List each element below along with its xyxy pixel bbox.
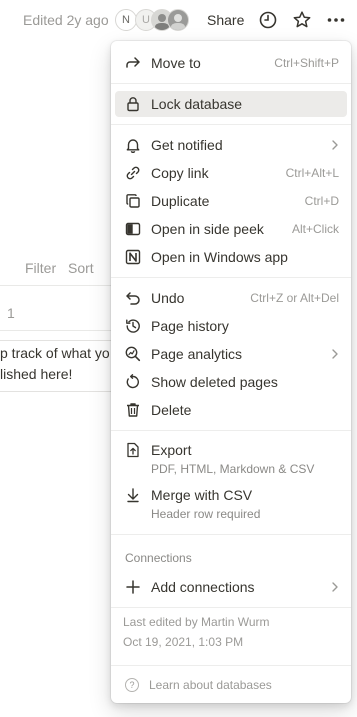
shortcut-hint: Ctrl+Alt+L xyxy=(285,166,339,180)
menu-item-lock-database[interactable]: Lock database xyxy=(115,91,347,117)
bell-icon xyxy=(124,136,142,154)
arrow-right-icon xyxy=(124,54,142,72)
last-edited-date: Oct 19, 2021, 1:03 PM xyxy=(123,635,244,649)
divider xyxy=(111,534,351,535)
history-icon xyxy=(124,317,142,335)
connections-heading: Connections xyxy=(125,551,192,565)
menu-item-export[interactable]: Export PDF, HTML, Markdown & CSV xyxy=(115,437,347,479)
menu-item-delete[interactable]: Delete xyxy=(115,397,347,423)
divider xyxy=(111,124,351,125)
menu-item-page-history[interactable]: Page history xyxy=(115,313,347,339)
menu-item-duplicate[interactable]: Duplicate Ctrl+D xyxy=(115,188,347,214)
last-edited-by: Last edited by Martin Wurm xyxy=(123,615,270,629)
avatar-photo[interactable] xyxy=(167,9,189,31)
menu-item-get-notified[interactable]: Get notified xyxy=(115,132,347,158)
star-icon[interactable] xyxy=(292,10,312,30)
menu-item-add-connections[interactable]: Add connections xyxy=(115,574,347,600)
shortcut-hint: Ctrl+Shift+P xyxy=(274,56,339,70)
menu-item-label: Undo xyxy=(151,290,185,306)
menu-item-move-to[interactable]: Move to Ctrl+Shift+P xyxy=(115,50,347,76)
chevron-right-icon xyxy=(329,138,341,152)
top-bar: Edited 2y ago N U Share xyxy=(0,0,357,40)
share-button[interactable]: Share xyxy=(207,12,244,28)
divider xyxy=(111,665,351,666)
menu-item-label: Page analytics xyxy=(151,346,243,362)
shortcut-hint: Ctrl+Z or Alt+Del xyxy=(250,291,339,305)
menu-item-description: Header row required xyxy=(151,507,261,521)
menu-item-page-analytics[interactable]: Page analytics xyxy=(115,341,347,367)
callout-text: lished here! xyxy=(0,366,73,382)
link-icon xyxy=(124,164,142,182)
menu-item-label: Lock database xyxy=(151,96,243,112)
shortcut-hint: Ctrl+D xyxy=(304,194,339,208)
arrow-down-icon xyxy=(124,486,142,504)
menu-item-label: Add connections xyxy=(151,579,255,595)
restore-icon xyxy=(124,373,142,391)
menu-item-label: Duplicate xyxy=(151,193,210,209)
menu-item-copy-link[interactable]: Copy link Ctrl+Alt+L xyxy=(115,160,347,186)
plus-icon xyxy=(124,578,142,596)
menu-item-label: Copy link xyxy=(151,165,209,181)
edited-timestamp: Edited 2y ago xyxy=(23,12,109,28)
menu-item-merge-csv[interactable]: Merge with CSV Header row required xyxy=(115,482,347,524)
chevron-right-icon xyxy=(329,347,341,361)
menu-item-label: Merge with CSV xyxy=(151,487,253,503)
divider xyxy=(111,607,351,608)
menu-item-label: Open in side peek xyxy=(151,221,264,237)
analytics-icon xyxy=(124,345,142,363)
menu-item-show-deleted-pages[interactable]: Show deleted pages xyxy=(115,369,347,395)
menu-item-label: Page history xyxy=(151,318,229,334)
clock-icon[interactable] xyxy=(258,10,278,30)
page-options-menu: Move to Ctrl+Shift+P Lock database Get n… xyxy=(111,41,351,703)
help-icon: ? xyxy=(125,678,139,692)
undo-icon xyxy=(124,289,142,307)
notion-app-icon xyxy=(124,248,142,266)
export-icon xyxy=(124,441,142,459)
menu-item-description: PDF, HTML, Markdown & CSV xyxy=(151,462,315,476)
trash-icon xyxy=(124,401,142,419)
sort-button[interactable]: Sort xyxy=(68,260,94,276)
avatar[interactable]: N xyxy=(115,9,137,31)
more-icon[interactable] xyxy=(326,10,346,30)
shortcut-hint: Alt+Click xyxy=(291,222,339,236)
menu-item-label: Get notified xyxy=(151,137,223,153)
learn-link-label: Learn about databases xyxy=(149,678,272,692)
side-peek-icon xyxy=(124,220,142,238)
row-number: 1 xyxy=(7,305,15,321)
menu-item-open-windows-app[interactable]: Open in Windows app xyxy=(115,244,347,270)
menu-item-undo[interactable]: Undo Ctrl+Z or Alt+Del xyxy=(115,285,347,311)
lock-icon xyxy=(124,95,142,113)
menu-item-label: Move to xyxy=(151,55,201,71)
divider xyxy=(111,430,351,431)
callout-text: p track of what yo xyxy=(0,345,110,361)
divider xyxy=(111,277,351,278)
chevron-right-icon xyxy=(329,580,341,594)
duplicate-icon xyxy=(124,192,142,210)
menu-item-label: Open in Windows app xyxy=(151,249,288,265)
divider xyxy=(111,83,351,84)
menu-item-label: Export xyxy=(151,442,192,458)
filter-button[interactable]: Filter xyxy=(25,260,56,276)
menu-item-label: Show deleted pages xyxy=(151,374,278,390)
menu-item-open-side-peek[interactable]: Open in side peek Alt+Click xyxy=(115,216,347,242)
divider xyxy=(0,285,120,286)
menu-item-label: Delete xyxy=(151,402,192,418)
divider xyxy=(0,330,120,331)
